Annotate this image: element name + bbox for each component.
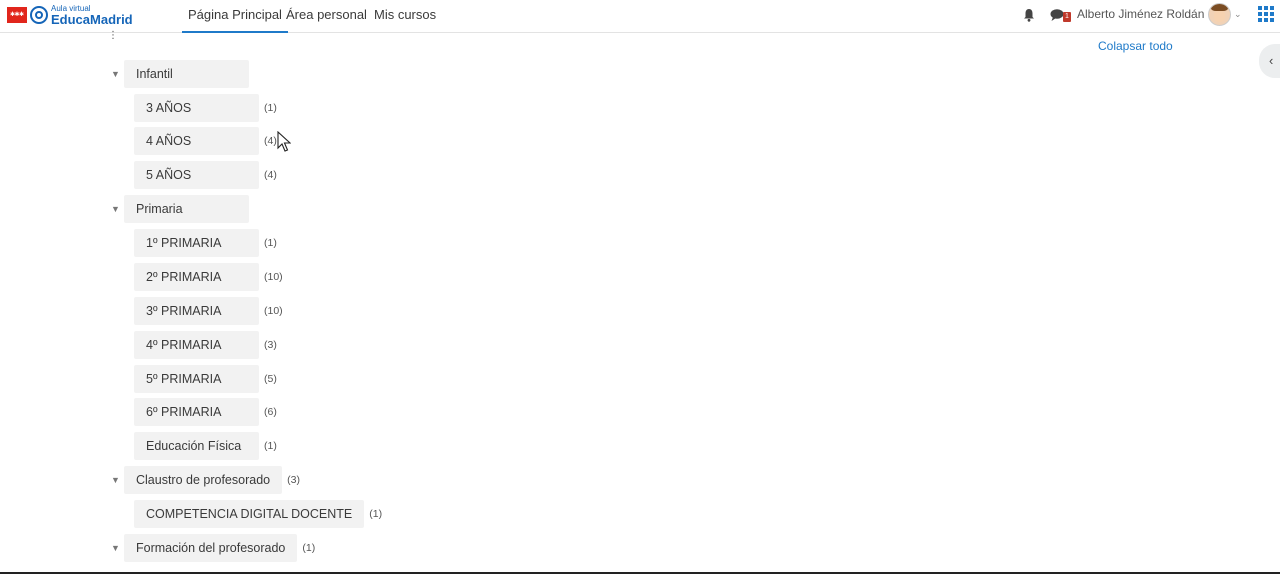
subcategory-row: Educación Física (1) <box>134 432 277 460</box>
apps-grid-icon[interactable] <box>1258 6 1274 22</box>
notifications-bell-icon[interactable] <box>1023 8 1035 22</box>
subcategory-row: 3º PRIMARIA (10) <box>134 297 283 325</box>
category-link[interactable]: Infantil <box>124 60 249 88</box>
course-count: (10) <box>264 271 283 283</box>
course-count: (1) <box>302 542 316 554</box>
course-count: (3) <box>264 339 277 351</box>
messages-badge: 1 <box>1063 12 1071 22</box>
subcategory-link[interactable]: 3º PRIMARIA <box>134 297 259 325</box>
logo-text: Aula virtual EducaMadrid <box>51 4 133 27</box>
subcategory-link[interactable]: Educación Física <box>134 432 259 460</box>
user-menu-chevron-down-icon[interactable]: ⌄ <box>1234 9 1242 20</box>
subcategory-row: 6º PRIMARIA (6) <box>134 398 277 426</box>
course-count: (6) <box>264 406 277 418</box>
subcategory-link[interactable]: 5º PRIMARIA <box>134 365 259 393</box>
drawer-toggle-chevron-left-icon[interactable]: ‹ <box>1259 44 1280 78</box>
category-row: ▼ Formación del profesorado (1) <box>111 534 316 562</box>
subcategory-row: 1º PRIMARIA (1) <box>134 229 277 257</box>
nav-link-my-courses[interactable]: Mis cursos <box>368 0 442 33</box>
subcategory-row: 2º PRIMARIA (10) <box>134 263 283 291</box>
course-count: (5) <box>264 373 277 385</box>
course-count: (3) <box>287 474 300 486</box>
subcategory-link[interactable]: COMPETENCIA DIGITAL DOCENTE <box>134 500 365 528</box>
logo-title: EducaMadrid <box>51 11 133 27</box>
educamadrid-logo[interactable]: ✱✱✱ Aula virtual EducaMadrid <box>7 4 133 26</box>
subcategory-link[interactable]: 6º PRIMARIA <box>134 398 259 426</box>
category-link[interactable]: Formación del profesorado <box>124 534 298 562</box>
educamadrid-circle-icon <box>30 6 48 24</box>
category-link[interactable]: Primaria <box>124 195 249 223</box>
subcategory-link[interactable]: 4º PRIMARIA <box>134 331 259 359</box>
course-count: (4) <box>264 169 277 181</box>
user-menu-name[interactable]: Alberto Jiménez Roldán <box>1077 0 1204 28</box>
subcategory-link[interactable]: 1º PRIMARIA <box>134 229 259 257</box>
course-count: (1) <box>264 237 277 249</box>
collapse-all-link[interactable]: Colapsar todo <box>1098 39 1173 53</box>
course-count: (1) <box>264 440 277 452</box>
subcategory-link[interactable]: 5 AÑOS <box>134 161 259 189</box>
madrid-flag-icon: ✱✱✱ <box>7 7 27 23</box>
expand-caret-down-icon[interactable]: ▼ <box>111 204 121 214</box>
category-link[interactable]: Claustro de profesorado <box>124 466 283 494</box>
subcategory-link[interactable]: 2º PRIMARIA <box>134 263 259 291</box>
avatar-face <box>1214 10 1225 22</box>
course-count: (1) <box>369 508 383 520</box>
expand-caret-down-icon[interactable]: ▼ <box>111 475 121 485</box>
subcategory-row: 4º PRIMARIA (3) <box>134 331 277 359</box>
subcategory-row: 5º PRIMARIA (5) <box>134 365 277 393</box>
course-count: (4) <box>264 135 277 147</box>
expand-caret-down-icon[interactable]: ▼ <box>111 543 121 553</box>
subcategory-row: 5 AÑOS (4) <box>134 161 277 189</box>
category-row: ▼ Infantil <box>111 60 249 88</box>
expand-caret-down-icon[interactable]: ▼ <box>111 69 121 79</box>
overflow-dots-icon: ⋮ <box>108 30 118 41</box>
subcategory-link[interactable]: 4 AÑOS <box>134 127 259 155</box>
subcategory-row: 4 AÑOS (4) <box>134 127 277 155</box>
course-count: (1) <box>264 102 277 114</box>
nav-link-dashboard[interactable]: Área personal <box>280 0 373 33</box>
subcategory-link[interactable]: 3 AÑOS <box>134 94 259 122</box>
avatar-hair <box>1211 4 1228 11</box>
subcategory-row: COMPETENCIA DIGITAL DOCENTE (1) <box>134 500 382 528</box>
top-navbar: ✱✱✱ Aula virtual EducaMadrid Página Prin… <box>0 0 1280 33</box>
nav-link-home[interactable]: Página Principal <box>182 0 288 33</box>
category-row: ▼ Primaria <box>111 195 249 223</box>
mouse-cursor-icon <box>277 131 291 152</box>
subcategory-row: 3 AÑOS (1) <box>134 94 277 122</box>
course-count: (10) <box>264 305 283 317</box>
category-row: ▼ Claustro de profesorado (3) <box>111 466 300 494</box>
user-avatar[interactable] <box>1208 3 1231 26</box>
